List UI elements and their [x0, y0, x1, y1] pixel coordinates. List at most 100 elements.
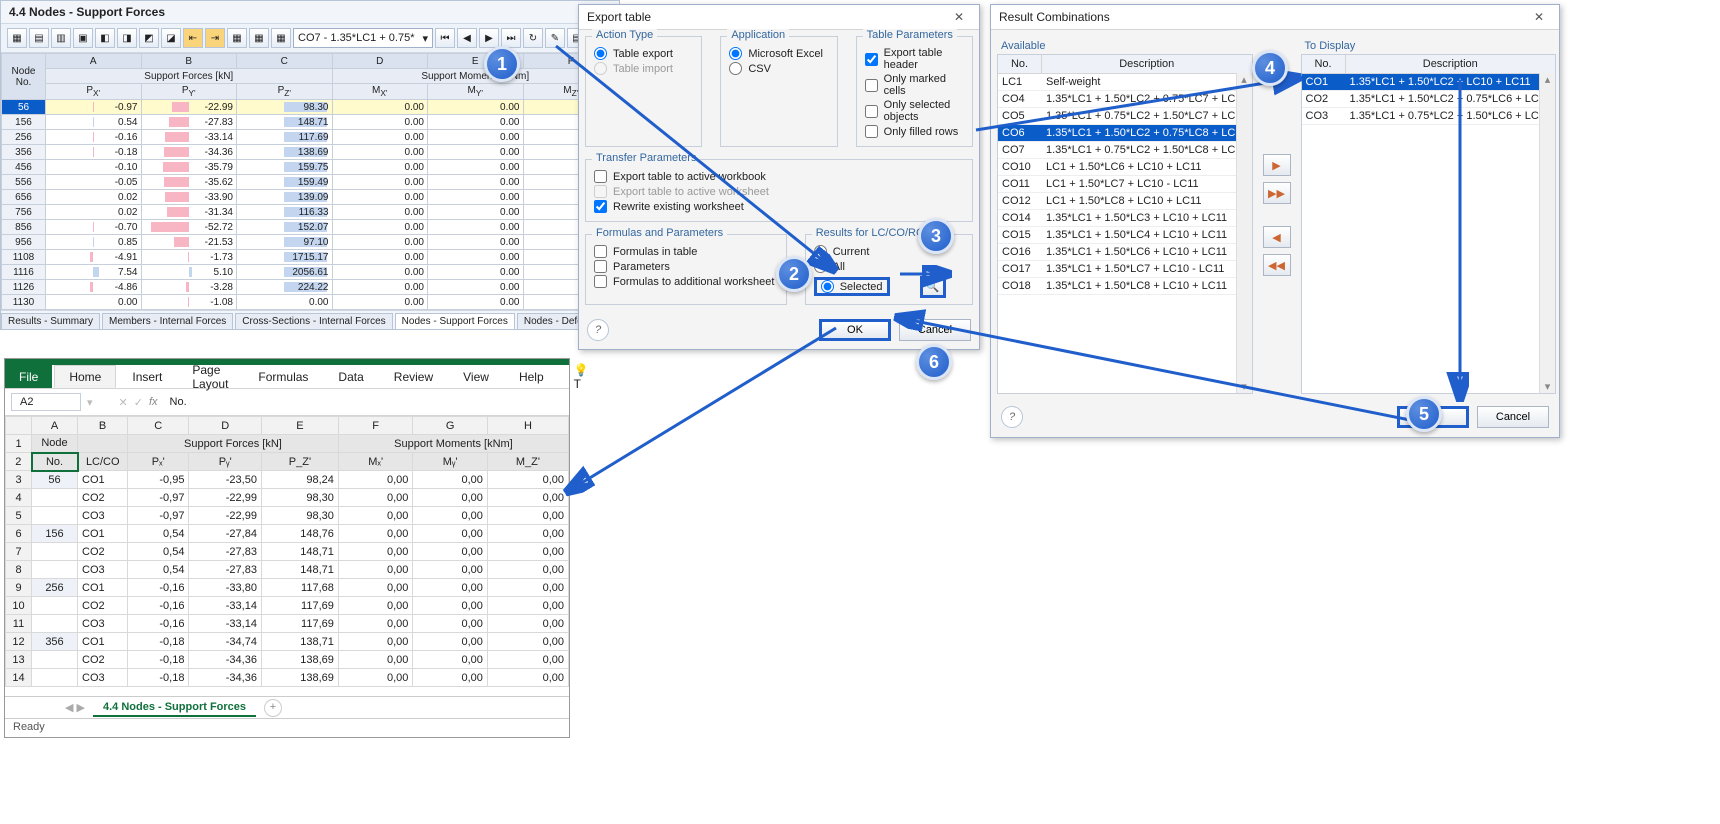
list-item[interactable]: CO11.35*LC1 + 1.50*LC2 + LC10 + LC11	[1302, 74, 1556, 91]
col-letter[interactable]: G	[413, 417, 488, 435]
add-sheet-icon[interactable]: +	[264, 699, 282, 717]
rfem-grid[interactable]: NodeNo. A B C D E F Support Forces [kN] …	[1, 53, 619, 310]
ribbon-tab[interactable]: Review	[380, 365, 447, 388]
move-right-icon[interactable]: ▶	[1263, 154, 1291, 176]
ribbon-tab[interactable]: Data	[324, 365, 377, 388]
table-row[interactable]: 7560.02-31.34116.330.000.000.00	[2, 205, 619, 220]
formula-value[interactable]: No.	[164, 394, 563, 410]
table-row[interactable]: 9256CO1-0,16-33,80117,680,000,000,00	[6, 579, 569, 597]
nav-first-icon[interactable]: ⏮	[435, 28, 455, 48]
ribbon-tab[interactable]: Insert	[118, 365, 176, 388]
check-export-header[interactable]: Export table header	[865, 47, 964, 71]
check-selected-objects[interactable]: Only selected objects	[865, 99, 964, 123]
move-all-left-icon[interactable]: ◀◀	[1263, 254, 1291, 276]
loadcase-combo[interactable]: CO7 - 1.35*LC1 + 0.75*▾	[293, 28, 433, 48]
list-item[interactable]: CO21.35*LC1 + 1.50*LC2 + 0.75*LC6 + LC10	[1302, 91, 1556, 108]
table-row[interactable]: 356-0.18-34.36138.690.000.000.00	[2, 145, 619, 160]
ok-button[interactable]: OK	[819, 319, 891, 341]
table-row[interactable]: 456-0.10-35.79159.750.000.000.00	[2, 160, 619, 175]
check-rewrite-worksheet[interactable]: Rewrite existing worksheet	[594, 200, 964, 213]
list-item[interactable]: CO71.35*LC1 + 0.75*LC2 + 1.50*LC8 + LC10	[998, 142, 1252, 159]
list-item[interactable]: CO171.35*LC1 + 1.50*LC7 + LC10 - LC11	[998, 261, 1252, 278]
check-formulas-in-table[interactable]: Formulas in table	[594, 245, 778, 258]
table-row[interactable]: 14CO3-0,18-34,36138,690,000,000,00	[6, 669, 569, 687]
tb-icon[interactable]: ▦	[7, 28, 27, 48]
table-row[interactable]: 4CO2-0,97-22,9998,300,000,000,00	[6, 489, 569, 507]
select-results-icon[interactable]: 🔍	[920, 276, 946, 298]
sheet-tab[interactable]: 4.4 Nodes - Support Forces	[93, 699, 256, 717]
ribbon-tab[interactable]: Home	[54, 365, 116, 388]
nav-last-icon[interactable]: ⏭	[501, 28, 521, 48]
ribbon-tab[interactable]: File	[5, 365, 52, 388]
ribbon-tab[interactable]: Formulas	[244, 365, 322, 388]
scrollbar[interactable]: ▴▾	[1539, 73, 1555, 393]
list-item[interactable]: CO151.35*LC1 + 1.50*LC4 + LC10 + LC11	[998, 227, 1252, 244]
list-item[interactable]: LC1Self-weight	[998, 74, 1252, 91]
table-row[interactable]: 11167.545.102056.610.000.000.00	[2, 265, 619, 280]
col-letter[interactable]: F	[338, 417, 413, 435]
tb-icon[interactable]: ▦	[227, 28, 247, 48]
radio-selected[interactable]: Selected	[814, 277, 890, 296]
rfem-tab[interactable]: Results - Summary	[1, 313, 100, 329]
col-letter[interactable]: D	[189, 417, 262, 435]
table-row[interactable]: 1126-4.86-3.28224.220.000.000.00	[2, 280, 619, 295]
nav-next-icon[interactable]: ▶	[479, 28, 499, 48]
list-item[interactable]: CO181.35*LC1 + 1.50*LC8 + LC10 + LC11	[998, 278, 1252, 295]
list-item[interactable]: CO51.35*LC1 + 0.75*LC2 + 1.50*LC7 + LC10	[998, 108, 1252, 125]
table-row[interactable]: 1560.54-27.83148.710.000.000.00	[2, 115, 619, 130]
list-item[interactable]: CO11LC1 + 1.50*LC7 + LC10 - LC11	[998, 176, 1252, 193]
table-row[interactable]: 7CO20,54-27,83148,710,000,000,00	[6, 543, 569, 561]
table-row[interactable]: 556-0.05-35.62159.490.000.000.00	[2, 175, 619, 190]
tb-icon[interactable]: ↻	[523, 28, 543, 48]
col-letter[interactable]: E	[261, 417, 338, 435]
col-letter[interactable]: A	[32, 417, 78, 435]
tb-icon[interactable]: ⇤	[183, 28, 203, 48]
table-row[interactable]: 6156CO10,54-27,84148,760,000,000,00	[6, 525, 569, 543]
nav-prev-icon[interactable]: ◀	[457, 28, 477, 48]
tb-icon[interactable]: ✎	[545, 28, 565, 48]
list-item[interactable]: CO12LC1 + 1.50*LC8 + LC10 + LC11	[998, 193, 1252, 210]
table-row[interactable]: 56-0.97-22.9998.300.000.000.00	[2, 100, 619, 115]
check-formulas-additional-ws[interactable]: Formulas to additional worksheet	[594, 275, 778, 288]
tb-icon[interactable]: ◪	[161, 28, 181, 48]
radio-table-export[interactable]: Table export	[594, 47, 693, 60]
ribbon-tab[interactable]: Help	[505, 365, 558, 388]
col-letter[interactable]: H	[487, 417, 568, 435]
close-icon[interactable]: ✕	[947, 10, 971, 24]
rfem-tab[interactable]: Members - Internal Forces	[102, 313, 233, 329]
tb-icon[interactable]: ◧	[95, 28, 115, 48]
col-letter[interactable]: B	[78, 417, 128, 435]
name-box[interactable]: A2	[11, 393, 81, 411]
radio-excel[interactable]: Microsoft Excel	[729, 47, 828, 60]
list-item[interactable]: CO10LC1 + 1.50*LC6 + LC10 + LC11	[998, 159, 1252, 176]
close-icon[interactable]: ✕	[1527, 10, 1551, 24]
row-header[interactable]: 1	[6, 435, 32, 453]
table-row[interactable]: 9560.85-21.5397.100.000.000.00	[2, 235, 619, 250]
table-row[interactable]: 356CO1-0,95-23,5098,240,000,000,00	[6, 471, 569, 489]
fx-icon[interactable]: fx	[149, 396, 158, 408]
cancel-button[interactable]: Cancel	[1477, 406, 1549, 428]
table-row[interactable]: 5CO3-0,97-22,9998,300,000,000,00	[6, 507, 569, 525]
tb-icon[interactable]: ⇥	[205, 28, 225, 48]
list-item[interactable]: CO31.35*LC1 + 0.75*LC2 + 1.50*LC6 + LC10	[1302, 108, 1556, 125]
rfem-tab[interactable]: Nodes - Support Forces	[395, 313, 515, 329]
available-list[interactable]: No. Description LC1Self-weightCO41.35*LC…	[997, 54, 1253, 394]
table-row[interactable]: 11300.00-1.080.000.000.000.00	[2, 295, 619, 310]
check-parameters[interactable]: Parameters	[594, 260, 778, 273]
list-item[interactable]: CO61.35*LC1 + 1.50*LC2 + 0.75*LC8 + LC10	[998, 125, 1252, 142]
check-marked-cells[interactable]: Only marked cells	[865, 73, 964, 97]
radio-csv[interactable]: CSV	[729, 62, 828, 75]
ribbon-tab[interactable]: View	[449, 365, 503, 388]
help-icon[interactable]: ?	[587, 319, 609, 341]
list-item[interactable]: CO41.35*LC1 + 1.50*LC2 + 0.75*LC7 + LC10	[998, 91, 1252, 108]
table-row[interactable]: 10CO2-0,16-33,14117,690,000,000,00	[6, 597, 569, 615]
table-row[interactable]: 256-0.16-33.14117.690.000.000.00	[2, 130, 619, 145]
check-filled-rows[interactable]: Only filled rows	[865, 125, 964, 138]
table-row[interactable]: 6560.02-33.90139.090.000.000.00	[2, 190, 619, 205]
col-letter[interactable]: C	[128, 417, 189, 435]
table-row[interactable]: 11CO3-0,16-33,14117,690,000,000,00	[6, 615, 569, 633]
tb-icon[interactable]: ▥	[51, 28, 71, 48]
tb-icon[interactable]: ▤	[29, 28, 49, 48]
table-row[interactable]: 856-0.70-52.72152.070.000.000.00	[2, 220, 619, 235]
help-icon[interactable]: ?	[1001, 406, 1023, 428]
